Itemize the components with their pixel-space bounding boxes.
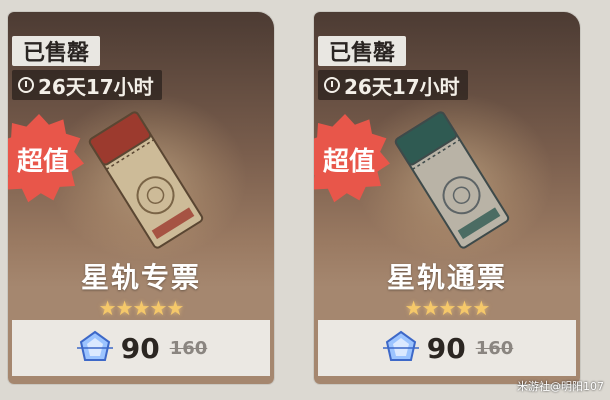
timer-text: 26天17小时 (38, 74, 154, 99)
sold-out-badge: 已售罄 (12, 36, 100, 66)
clock-icon (324, 77, 340, 93)
shop-item-card-special-pass[interactable]: 已售罄 26天17小时 超值 星轨专票 ★★★★★ 90 160 (8, 12, 274, 384)
star-rail-special-pass-icon (84, 110, 208, 250)
stellar-jade-icon (382, 330, 419, 361)
watermark: 米游社@明阳107 (517, 380, 604, 393)
shop-item-card-rail-pass[interactable]: 已售罄 26天17小时 超值 星轨通票 ★★★★★ 90 160 (314, 12, 580, 384)
original-price: 160 (169, 337, 208, 359)
price-bar: 90 160 (318, 320, 576, 376)
price-bar: 90 160 (12, 320, 270, 376)
star-rail-pass-icon (390, 110, 514, 250)
sold-out-badge: 已售罄 (318, 36, 406, 66)
price: 90 (120, 331, 160, 365)
item-title: 星轨专票 (80, 261, 201, 294)
price: 90 (426, 331, 466, 365)
star-rating: ★★★★★ (404, 296, 491, 320)
star-rating: ★★★★★ (98, 296, 185, 320)
timer-text: 26天17小时 (344, 74, 460, 99)
original-price: 160 (475, 337, 514, 359)
item-title: 星轨通票 (386, 261, 507, 294)
timer: 26天17小时 (12, 70, 162, 100)
clock-icon (18, 77, 34, 93)
stellar-jade-icon (76, 330, 113, 361)
timer: 26天17小时 (318, 70, 468, 100)
